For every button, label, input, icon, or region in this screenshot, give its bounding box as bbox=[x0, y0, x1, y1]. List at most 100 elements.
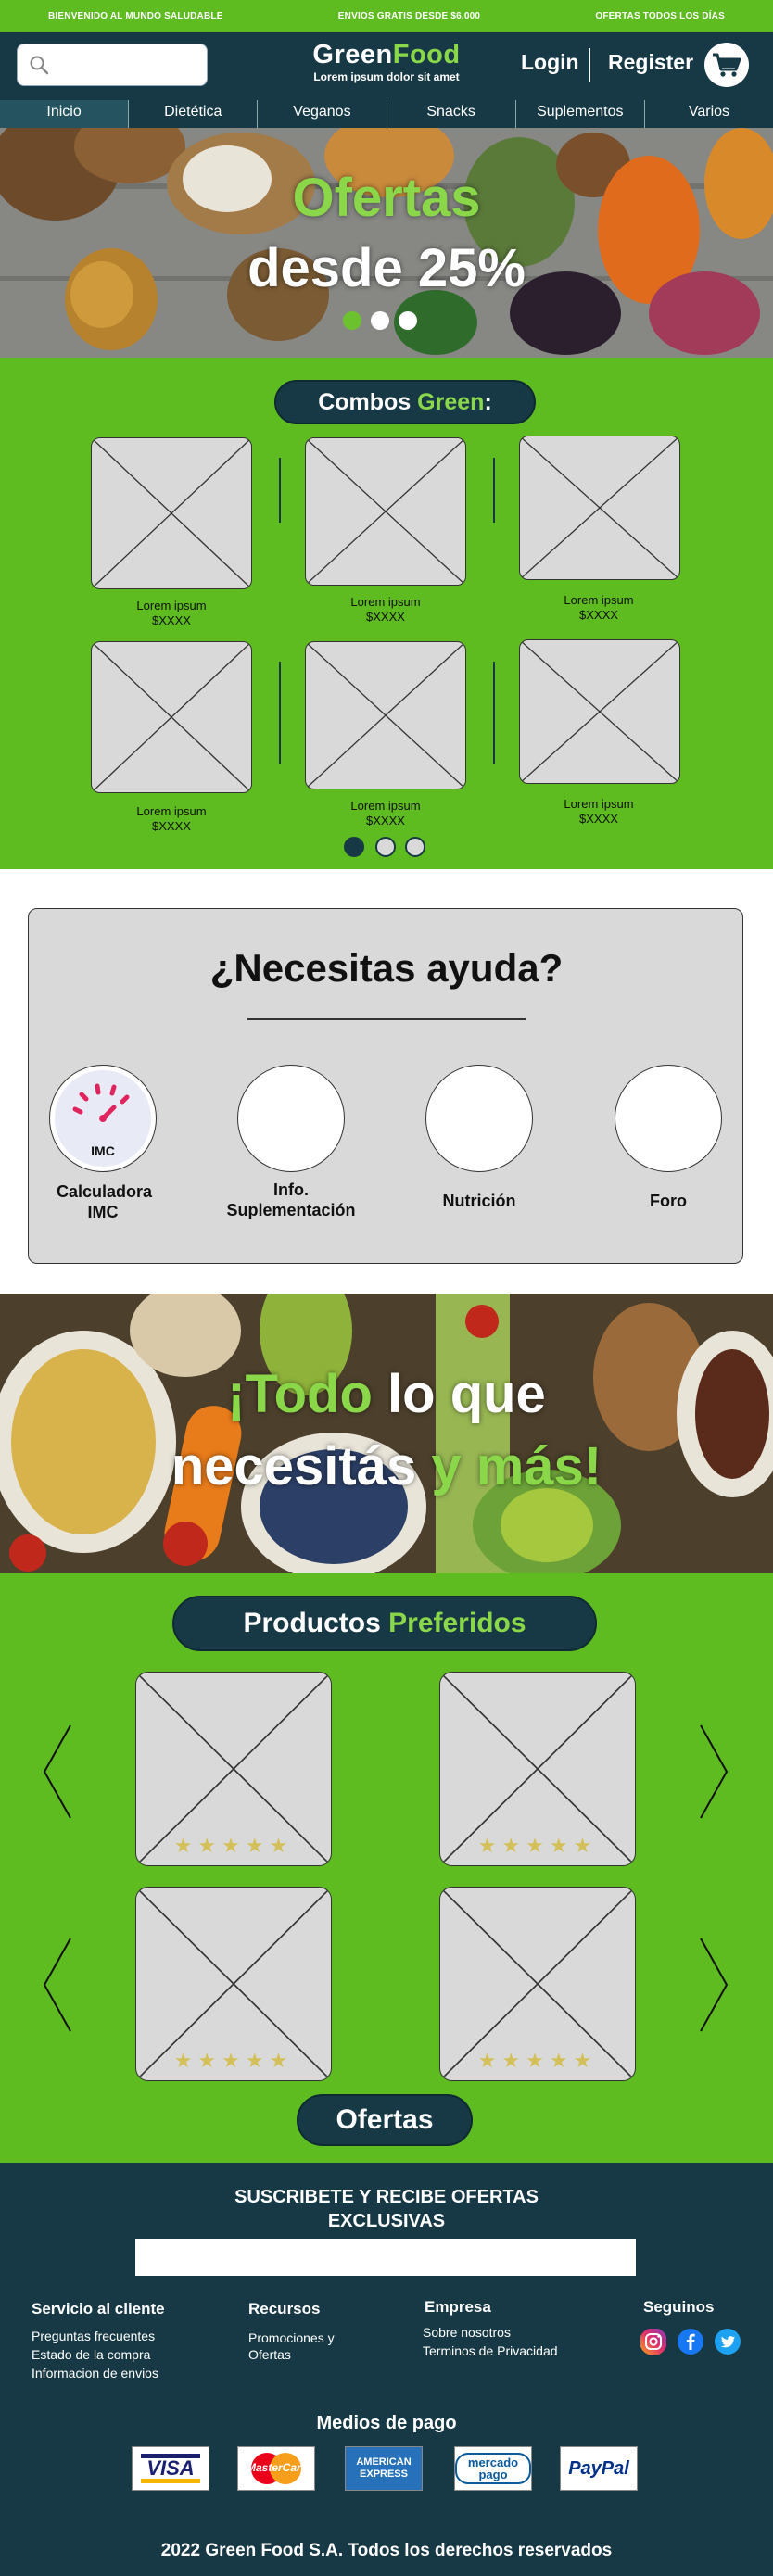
footer-link-order-status[interactable]: Estado de la compra bbox=[32, 2346, 150, 2363]
copyright: 2022 Green Food S.A. Todos los derechos … bbox=[160, 2541, 613, 2560]
footer-col-title-follow: Seguinos bbox=[643, 2298, 715, 2316]
header-divider bbox=[589, 48, 590, 82]
subscribe-title: SUSCRIBETE Y RECIBE OFERTAS EXCLUSIVAS bbox=[234, 2187, 539, 2231]
top-announcement-bar: BIENVENIDO AL MUNDO SALUDABLE ENVIOS GRA… bbox=[0, 0, 773, 32]
mastercard-logo: MasterCard bbox=[237, 2446, 315, 2491]
register-link[interactable]: Register bbox=[608, 50, 693, 75]
help-label-nutrition: Nutrición bbox=[442, 1192, 516, 1210]
hero-dot-3[interactable] bbox=[399, 311, 417, 330]
instagram-icon[interactable] bbox=[640, 2328, 667, 2355]
welcome-text: BIENVENIDO AL MUNDO SALUDABLE bbox=[48, 10, 223, 21]
help-divider bbox=[247, 1018, 526, 1020]
login-link[interactable]: Login bbox=[521, 50, 579, 75]
twitter-icon[interactable] bbox=[714, 2328, 741, 2355]
chevron-right-icon[interactable] bbox=[697, 1935, 730, 2035]
help-panel: ¿Necesitas ayuda? IMC Calculadora IMC In… bbox=[28, 908, 743, 1264]
paypal-logo: PayPal bbox=[560, 2446, 638, 2491]
combo-label-3: Lorem ipsum $XXXX bbox=[564, 593, 634, 622]
product-card-2[interactable]: ★★★★★ bbox=[439, 1672, 636, 1866]
hero-dot-1[interactable] bbox=[343, 311, 361, 330]
rating-stars: ★★★★★ bbox=[477, 1834, 598, 1857]
payments-title: Medios de pago bbox=[316, 2413, 457, 2433]
nav-item-varios[interactable]: Varios bbox=[645, 100, 773, 128]
combo-label-6: Lorem ipsum $XXXX bbox=[564, 797, 634, 826]
mercado-pago-logo: mercado pago bbox=[454, 2446, 532, 2491]
nav-item-suplementos[interactable]: Suplementos bbox=[516, 100, 645, 128]
combo-image-3[interactable] bbox=[519, 436, 680, 580]
forum-button[interactable] bbox=[615, 1065, 722, 1172]
nav-item-snacks[interactable]: Snacks bbox=[387, 100, 516, 128]
combo-divider bbox=[279, 662, 281, 764]
site-logo[interactable]: GreenFood Lorem ipsum dolor sit amet bbox=[278, 39, 495, 83]
nav-item-veganos[interactable]: Veganos bbox=[258, 100, 387, 128]
footer-col-title-resources: Recursos bbox=[248, 2300, 321, 2317]
offers-button[interactable]: Ofertas bbox=[297, 2094, 473, 2146]
footer-col-title-company: Empresa bbox=[425, 2298, 491, 2316]
combos-page-dot-1[interactable] bbox=[344, 837, 364, 857]
combo-divider bbox=[493, 662, 495, 764]
combos-section: Combos Green: Lorem ipsum $XXXX Lorem ips… bbox=[0, 358, 773, 869]
rating-stars: ★★★★★ bbox=[477, 2049, 598, 2072]
combo-label-2: Lorem ipsum $XXXX bbox=[350, 595, 421, 624]
combo-label-5: Lorem ipsum $XXXX bbox=[350, 799, 421, 827]
nav-item-dietetica[interactable]: Dietética bbox=[129, 100, 259, 128]
combo-label-1: Lorem ipsum $XXXX bbox=[136, 599, 207, 627]
cart-button[interactable] bbox=[704, 43, 749, 87]
product-card-3[interactable]: ★★★★★ bbox=[135, 1887, 332, 2081]
free-shipping-text: ENVIOS GRATIS DESDE $6.000 bbox=[337, 10, 481, 21]
site-header: GreenFood Lorem ipsum dolor sit amet Log… bbox=[0, 32, 773, 100]
product-card-4[interactable]: ★★★★★ bbox=[439, 1887, 636, 2081]
help-label-forum: Foro bbox=[650, 1192, 687, 1210]
combos-page-dot-2[interactable] bbox=[375, 837, 396, 857]
favorite-products-section: Productos Preferidos ★★★★★ ★★★★★ ★★★★★ ★… bbox=[0, 1573, 773, 2163]
rating-stars: ★★★★★ bbox=[173, 1834, 294, 1857]
combo-image-6[interactable] bbox=[519, 639, 680, 784]
daily-offers-text: OFERTAS TODOS LOS DÍAS bbox=[595, 10, 725, 21]
footer-link-shipping-info[interactable]: Informacion de envios bbox=[32, 2365, 158, 2381]
help-label-imc: Calculadora IMC bbox=[57, 1182, 153, 1221]
amex-logo: AMERICAN EXPRESS bbox=[345, 2446, 423, 2491]
combo-image-4[interactable] bbox=[91, 641, 252, 793]
chevron-left-icon[interactable] bbox=[41, 1935, 74, 2035]
promo-banner: ¡Todo lo que necesitás y más! bbox=[0, 1294, 773, 1573]
nutrition-button[interactable] bbox=[425, 1065, 533, 1172]
site-footer: SUSCRIBETE Y RECIBE OFERTAS EXCLUSIVAS S… bbox=[0, 2163, 773, 2576]
help-section: ¿Necesitas ayuda? IMC Calculadora IMC In… bbox=[0, 869, 773, 1294]
combo-image-2[interactable] bbox=[305, 437, 466, 586]
imc-badge: IMC bbox=[91, 1143, 115, 1158]
visa-logo: VISA bbox=[132, 2446, 209, 2491]
imc-calculator-button[interactable]: IMC bbox=[49, 1065, 157, 1172]
products-title: Productos Preferidos bbox=[172, 1596, 597, 1651]
cart-icon bbox=[713, 53, 741, 77]
product-card-1[interactable]: ★★★★★ bbox=[135, 1672, 332, 1866]
search-input[interactable] bbox=[17, 44, 208, 86]
combos-title: Combos Green: bbox=[274, 380, 536, 424]
help-label-supplement: Info. Suplementación bbox=[226, 1181, 356, 1219]
nav-item-inicio[interactable]: Inicio bbox=[0, 100, 130, 132]
brand-name: GreenFood bbox=[312, 40, 461, 69]
footer-link-promotions[interactable]: Promociones y Ofertas bbox=[248, 2330, 335, 2363]
main-nav: Inicio Dietética Veganos Snacks Suplemen… bbox=[0, 100, 773, 132]
footer-col-title-customer: Servicio al cliente bbox=[32, 2300, 165, 2317]
banner-headline: ¡Todo lo que necesitás y más! bbox=[171, 1364, 602, 1496]
hero-dot-2[interactable] bbox=[371, 311, 389, 330]
footer-link-privacy[interactable]: Terminos de Privacidad bbox=[423, 2342, 558, 2359]
hero-headline: Ofertas desde 25% bbox=[247, 168, 526, 298]
footer-link-faq[interactable]: Preguntas frecuentes bbox=[32, 2328, 155, 2344]
hero-pagination bbox=[343, 311, 417, 330]
combos-page-dot-3[interactable] bbox=[405, 837, 425, 857]
search-icon[interactable] bbox=[29, 55, 49, 75]
combo-image-1[interactable] bbox=[91, 437, 252, 589]
brand-tagline: Lorem ipsum dolor sit amet bbox=[313, 70, 460, 83]
combo-image-5[interactable] bbox=[305, 641, 466, 789]
combo-divider bbox=[279, 458, 281, 523]
subscribe-email-input[interactable] bbox=[135, 2239, 636, 2276]
supplement-info-button[interactable] bbox=[237, 1065, 345, 1172]
combo-label-4: Lorem ipsum $XXXX bbox=[136, 804, 207, 833]
combo-divider bbox=[493, 458, 495, 523]
chevron-left-icon[interactable] bbox=[41, 1722, 74, 1822]
hero-carousel[interactable]: Ofertas desde 25% bbox=[0, 128, 773, 358]
footer-link-about[interactable]: Sobre nosotros bbox=[423, 2324, 511, 2341]
facebook-icon[interactable] bbox=[677, 2328, 704, 2355]
chevron-right-icon[interactable] bbox=[697, 1722, 730, 1822]
